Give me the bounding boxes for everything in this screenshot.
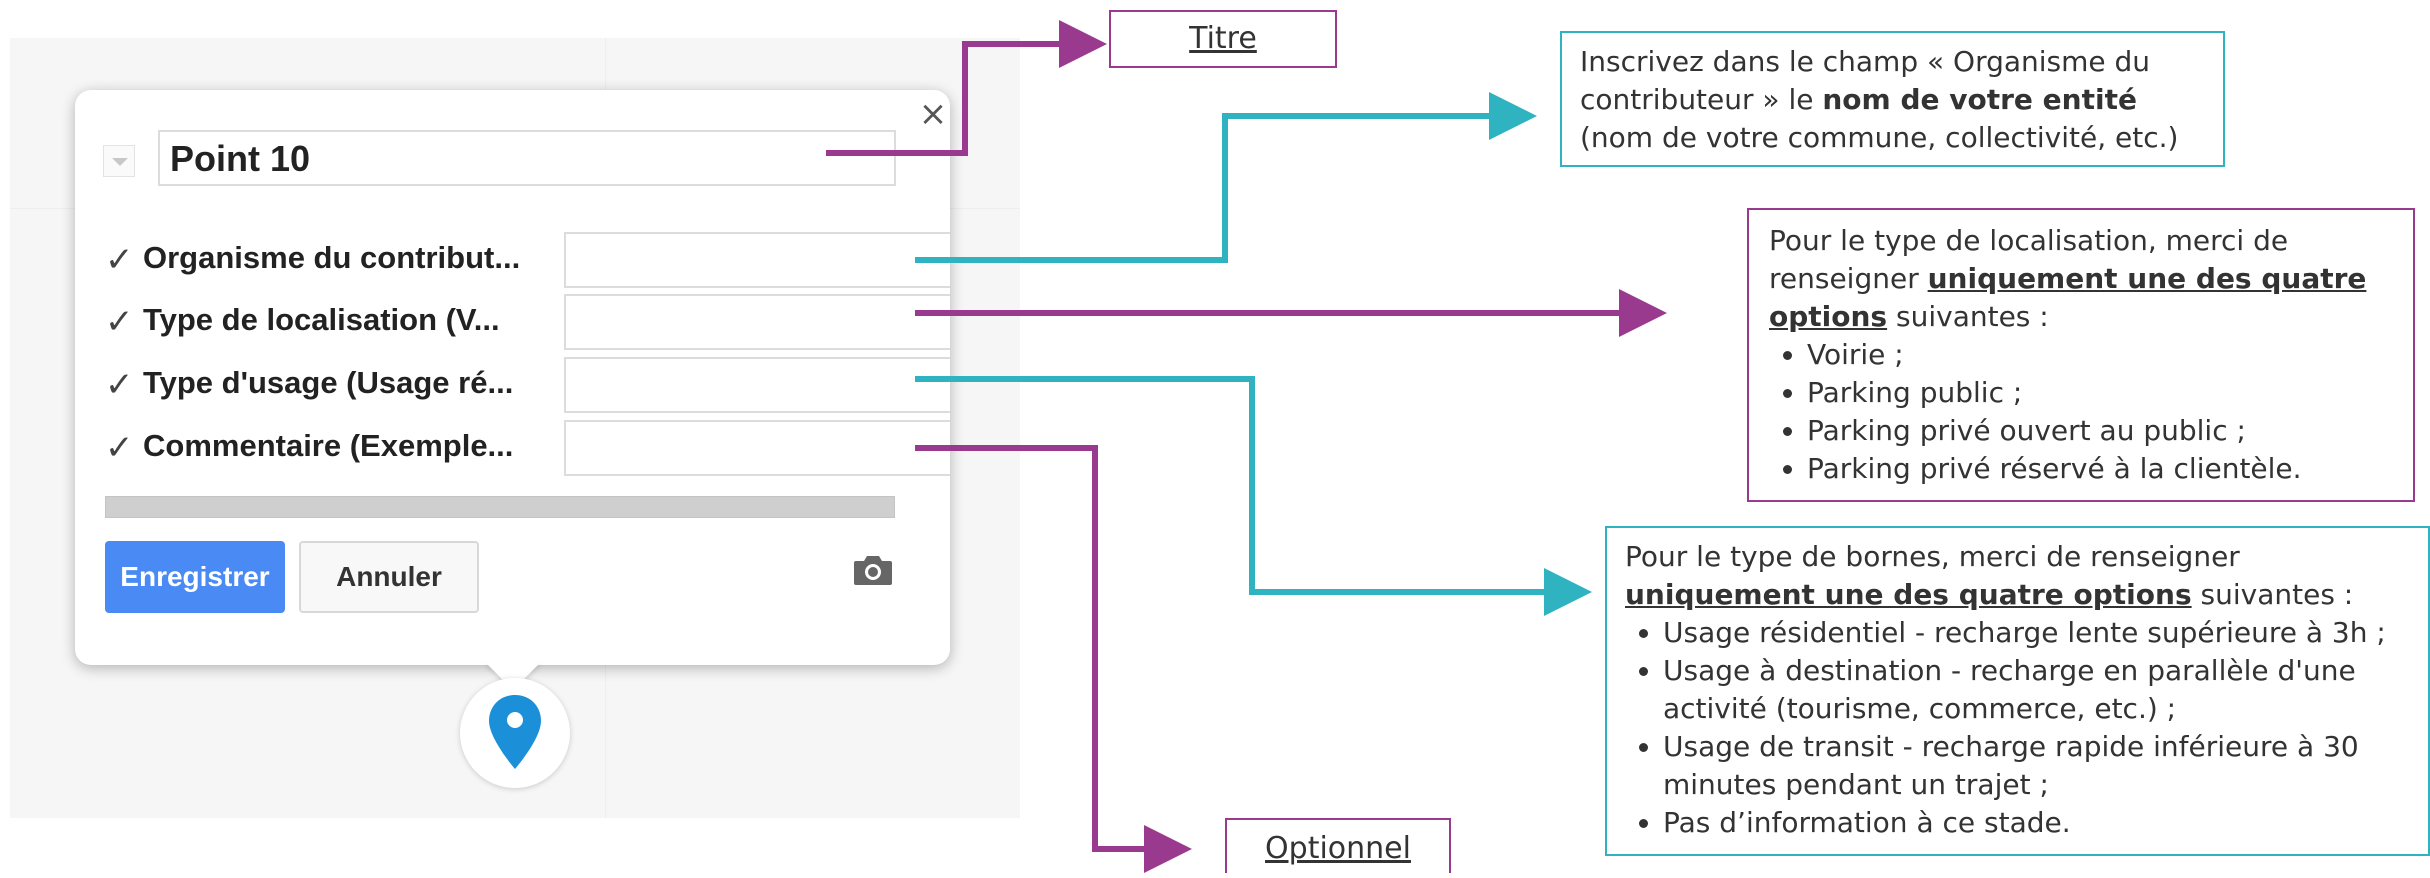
callout-emphasis: nom de votre entité [1822, 83, 2137, 116]
optionnel-label: Optionnel [1225, 818, 1451, 873]
callout-emphasis: uniquement une des quatre options [1625, 578, 2192, 611]
callout-text: Pour le type de bornes, merci de renseig… [1625, 540, 2240, 573]
connector-optionnel [915, 445, 1192, 873]
connector-titre [826, 20, 1107, 156]
list-item: Usage à destination - recharge en parall… [1663, 652, 2410, 728]
list-item: Parking privé réservé à la clientèle. [1807, 450, 2393, 488]
callout-text: (nom de votre commune, collectivité, etc… [1580, 121, 2179, 154]
list-item: Voirie ; [1807, 336, 2393, 374]
list-item: Usage de transit - recharge rapide infér… [1663, 728, 2410, 804]
connector-organisme [915, 92, 1537, 263]
connector-usage [915, 376, 1592, 616]
callout-localisation: Pour le type de localisation, merci de r… [1747, 208, 2415, 502]
callout-bornes: Pour le type de bornes, merci de renseig… [1605, 526, 2430, 856]
list-item: Parking privé ouvert au public ; [1807, 412, 2393, 450]
callout-text: suivantes : [1887, 300, 2049, 333]
titre-label: Titre [1109, 10, 1337, 68]
list-item: Usage résidentiel - recharge lente supér… [1663, 614, 2410, 652]
callout-organisme: Inscrivez dans le champ « Organisme du c… [1560, 31, 2225, 167]
bornes-options: Usage résidentiel - recharge lente supér… [1625, 614, 2410, 842]
list-item: Parking public ; [1807, 374, 2393, 412]
localisation-options: Voirie ; Parking public ; Parking privé … [1769, 336, 2393, 488]
callout-text: suivantes : [2191, 578, 2354, 611]
list-item: Pas d’information à ce stade. [1663, 804, 2410, 842]
